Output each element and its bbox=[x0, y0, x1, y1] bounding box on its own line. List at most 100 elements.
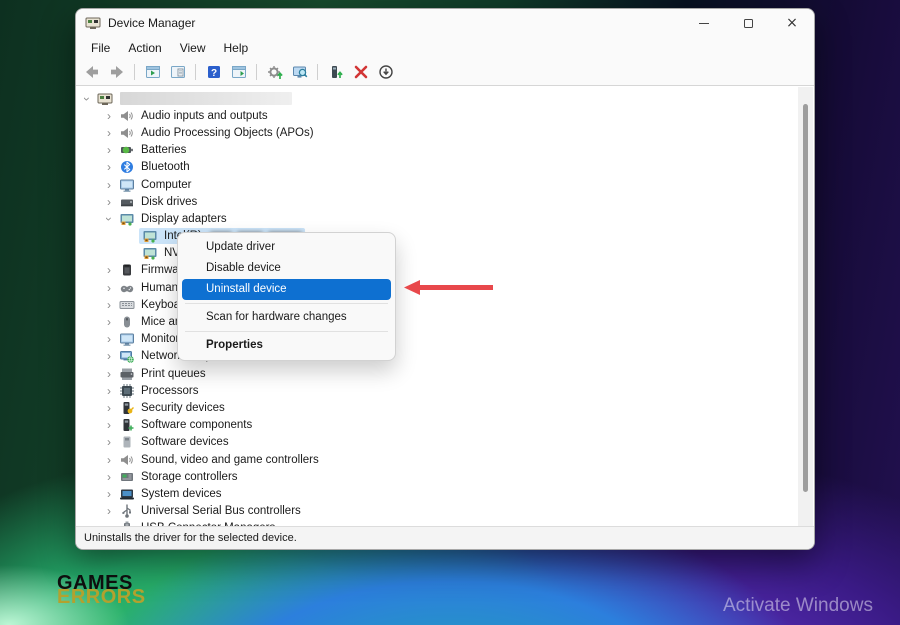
svg-text:?: ? bbox=[210, 68, 216, 79]
tree-item[interactable]: › Bluetooth bbox=[76, 159, 798, 176]
printer-icon bbox=[119, 366, 135, 382]
tree-item[interactable]: ›Audio inputs and outputs bbox=[76, 107, 798, 124]
tree-root-item[interactable]: › bbox=[76, 90, 798, 107]
tree-item[interactable]: ›Processors bbox=[76, 382, 798, 399]
menu-help[interactable]: Help bbox=[215, 39, 258, 57]
tree-item[interactable]: ›Software components bbox=[76, 417, 798, 434]
chevron-collapsed-icon[interactable]: › bbox=[102, 316, 116, 328]
tree-item-label: Display adapters bbox=[138, 212, 230, 226]
tree-item-label: Security devices bbox=[138, 401, 228, 415]
tree-item[interactable]: ›Batteries bbox=[76, 142, 798, 159]
scan-hardware-button[interactable] bbox=[288, 61, 311, 83]
chevron-collapsed-icon[interactable]: › bbox=[102, 488, 116, 500]
disable-device-icon bbox=[378, 64, 394, 80]
forward-button[interactable] bbox=[105, 61, 128, 83]
status-text: Uninstalls the driver for the selected d… bbox=[84, 532, 297, 544]
storage-icon bbox=[119, 469, 135, 485]
chevron-collapsed-icon[interactable]: › bbox=[102, 110, 116, 122]
menu-bar: FileActionViewHelp bbox=[76, 37, 814, 59]
software-device-icon bbox=[119, 434, 135, 450]
minimize-icon bbox=[699, 23, 709, 24]
computer-root-icon bbox=[97, 91, 113, 107]
chevron-collapsed-icon[interactable]: › bbox=[102, 264, 116, 276]
chevron-collapsed-icon[interactable]: › bbox=[102, 505, 116, 517]
games-errors-logo: GAMES ERRORS bbox=[57, 575, 146, 606]
scrollbar-thumb[interactable] bbox=[803, 104, 808, 492]
tree-item-label: Storage controllers bbox=[138, 470, 241, 484]
toolbar-separator bbox=[317, 64, 318, 80]
bluetooth-icon bbox=[119, 159, 135, 175]
context-menu-separator bbox=[185, 331, 388, 332]
scrollbar-track[interactable] bbox=[798, 87, 813, 526]
context-menu-item-disable-device[interactable]: Disable device bbox=[182, 258, 391, 279]
speaker-icon bbox=[119, 452, 135, 468]
device-manager-app-icon bbox=[85, 15, 101, 31]
toolbar-separator bbox=[195, 64, 196, 80]
driver-update-button[interactable] bbox=[324, 61, 347, 83]
menu-file[interactable]: File bbox=[82, 39, 119, 57]
close-icon: × bbox=[786, 16, 798, 30]
menu-action[interactable]: Action bbox=[119, 39, 170, 57]
chevron-collapsed-icon[interactable]: › bbox=[102, 333, 116, 345]
maximize-button[interactable] bbox=[726, 9, 770, 37]
tree-item[interactable]: ›Disk drives bbox=[76, 193, 798, 210]
tree-item-label: Universal Serial Bus controllers bbox=[138, 504, 304, 518]
tree-item[interactable]: ›Software devices bbox=[76, 434, 798, 451]
minimize-button[interactable] bbox=[682, 9, 726, 37]
properties-pane-icon bbox=[170, 64, 186, 80]
chevron-collapsed-icon[interactable]: › bbox=[102, 471, 116, 483]
disable-device-button[interactable] bbox=[374, 61, 397, 83]
system-icon bbox=[119, 486, 135, 502]
chevron-collapsed-icon[interactable]: › bbox=[102, 402, 116, 414]
chevron-expanded-icon[interactable]: › bbox=[81, 92, 93, 106]
close-button[interactable]: × bbox=[770, 9, 814, 37]
speaker-icon bbox=[119, 125, 135, 141]
security-icon bbox=[119, 400, 135, 416]
tree-item-label: Bluetooth bbox=[138, 160, 193, 174]
context-menu-item-scan-for-hardware-changes[interactable]: Scan for hardware changes bbox=[182, 307, 391, 328]
help-button[interactable]: ? bbox=[202, 61, 225, 83]
chevron-collapsed-icon[interactable]: › bbox=[102, 179, 116, 191]
battery-icon bbox=[119, 142, 135, 158]
chevron-collapsed-icon[interactable]: › bbox=[102, 282, 116, 294]
tree-item[interactable]: › Security devices bbox=[76, 399, 798, 416]
tree-item[interactable]: › Storage controllers bbox=[76, 468, 798, 485]
tree-item[interactable]: › Display adapters bbox=[76, 210, 798, 227]
context-menu-item-uninstall-device[interactable]: Uninstall device bbox=[182, 279, 391, 300]
chevron-collapsed-icon[interactable]: › bbox=[102, 127, 116, 139]
chevron-collapsed-icon[interactable]: › bbox=[102, 299, 116, 311]
chevron-collapsed-icon[interactable]: › bbox=[102, 350, 116, 362]
uninstall-button[interactable] bbox=[349, 61, 372, 83]
chevron-collapsed-icon[interactable]: › bbox=[102, 196, 116, 208]
chevron-collapsed-icon[interactable]: › bbox=[102, 419, 116, 431]
software-component-icon bbox=[119, 417, 135, 433]
back-button[interactable] bbox=[80, 61, 103, 83]
properties-pane-button[interactable] bbox=[166, 61, 189, 83]
tree-item[interactable]: ›Sound, video and game controllers bbox=[76, 451, 798, 468]
tree-item[interactable]: ›System devices bbox=[76, 485, 798, 502]
tree-item[interactable]: ›Computer bbox=[76, 176, 798, 193]
tree-item[interactable]: › Universal Serial Bus controllers bbox=[76, 503, 798, 520]
chevron-collapsed-icon[interactable]: › bbox=[102, 454, 116, 466]
menu-view[interactable]: View bbox=[171, 39, 215, 57]
chevron-collapsed-icon[interactable]: › bbox=[102, 144, 116, 156]
action-pane-button[interactable] bbox=[227, 61, 250, 83]
context-menu-item-update-driver[interactable]: Update driver bbox=[182, 237, 391, 258]
context-menu-item-properties[interactable]: Properties bbox=[182, 335, 391, 356]
tree-item[interactable]: ›Audio Processing Objects (APOs) bbox=[76, 124, 798, 141]
display-icon bbox=[142, 245, 158, 261]
chevron-collapsed-icon[interactable]: › bbox=[102, 368, 116, 380]
chevron-expanded-icon[interactable]: › bbox=[103, 212, 115, 226]
chevron-collapsed-icon[interactable]: › bbox=[102, 385, 116, 397]
update-driver-button[interactable] bbox=[263, 61, 286, 83]
toolbar-separator bbox=[134, 64, 135, 80]
tree-item[interactable]: › Print queues bbox=[76, 365, 798, 382]
display-icon bbox=[119, 211, 135, 227]
chevron-collapsed-icon[interactable]: › bbox=[102, 161, 116, 173]
show-console-tree-button[interactable] bbox=[141, 61, 164, 83]
disk-icon bbox=[119, 194, 135, 210]
tree-item-label: Print queues bbox=[138, 367, 209, 381]
keyboard-icon bbox=[119, 297, 135, 313]
hid-icon bbox=[119, 280, 135, 296]
chevron-collapsed-icon[interactable]: › bbox=[102, 436, 116, 448]
